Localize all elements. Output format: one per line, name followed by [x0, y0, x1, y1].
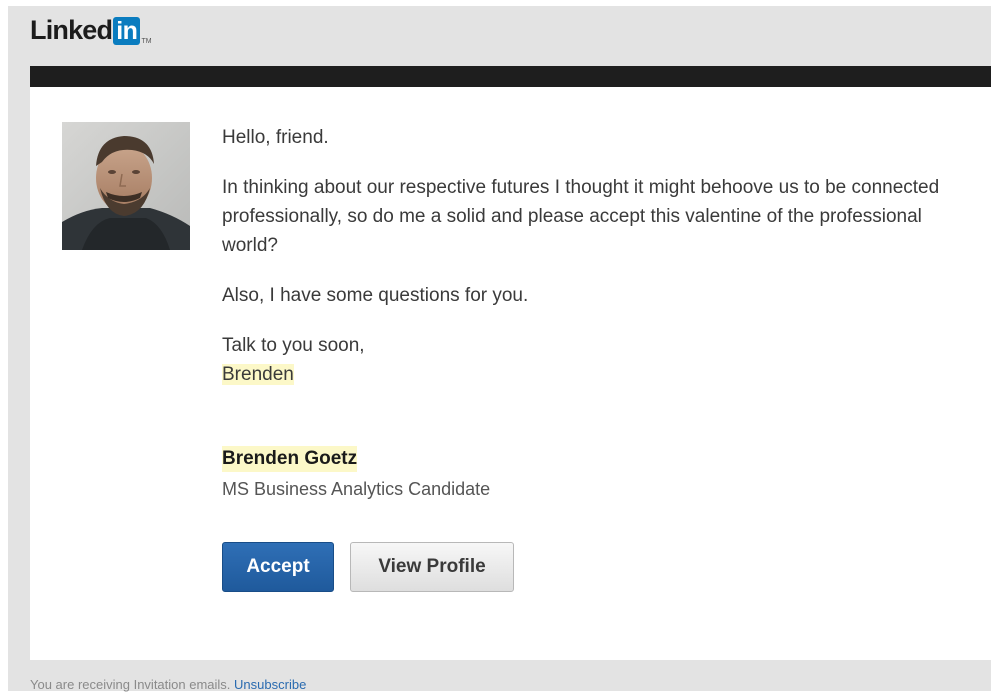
sender-avatar[interactable]	[62, 122, 190, 250]
header-bar	[30, 66, 991, 87]
avatar-photo-icon	[62, 122, 190, 250]
message-body: Hello, friend. In thinking about our res…	[222, 123, 972, 389]
accept-button[interactable]: Accept	[222, 542, 334, 592]
footer-notice: You are receiving Invitation emails. Uns…	[30, 677, 306, 692]
footer-text: You are receiving Invitation emails.	[30, 677, 231, 692]
logo-wordmark: Linked	[30, 15, 113, 45]
sender-title: MS Business Analytics Candidate	[222, 479, 491, 499]
message-greeting: Hello, friend.	[222, 127, 329, 148]
message-signature: Brenden	[222, 364, 294, 385]
logo-in-box: in	[113, 17, 141, 45]
linkedin-logo: Linked in TM	[30, 14, 152, 48]
message-questions: Also, I have some questions for you.	[222, 285, 529, 306]
message-paragraph: In thinking about our respective futures…	[222, 177, 940, 256]
logo-trademark: TM	[141, 38, 152, 45]
sender-name[interactable]: Brenden Goetz	[222, 446, 358, 472]
unsubscribe-link[interactable]: Unsubscribe	[234, 677, 306, 692]
invitation-card: Hello, friend. In thinking about our res…	[30, 87, 991, 660]
email-frame: Linked in TM Hello, friend. In thinking …	[8, 6, 991, 692]
view-profile-button[interactable]: View Profile	[350, 542, 514, 592]
message-closing: Talk to you soon,	[222, 335, 365, 356]
